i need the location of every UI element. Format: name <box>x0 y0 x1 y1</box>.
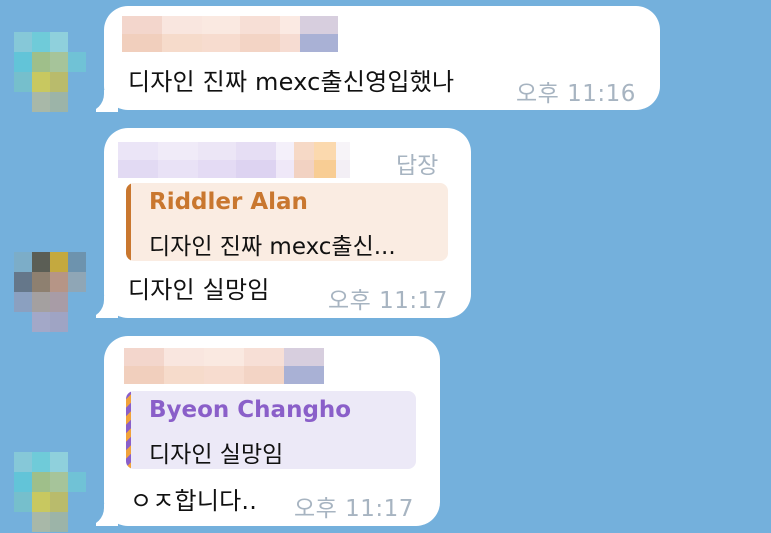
message-bubble[interactable]: 디자인 진짜 mexc출신영입했나 오후 11:16 <box>104 6 660 110</box>
message-text: ㅇㅈ합니다.. <box>130 487 258 515</box>
message-timestamp: 오후 11:17 <box>328 288 448 314</box>
sender-name-redacted <box>118 142 350 178</box>
quoted-text: 디자인 실망임 <box>149 442 284 468</box>
quote-accent-bar <box>126 183 131 261</box>
sender-name-redacted <box>122 16 338 52</box>
quoted-sender-name: Byeon Changho <box>149 397 352 423</box>
message-timestamp: 오후 11:17 <box>294 496 414 522</box>
message-timestamp: 오후 11:16 <box>516 81 636 107</box>
quoted-text: 디자인 진짜 mexc출신... <box>149 234 396 260</box>
message-text: 디자인 실망임 <box>128 276 270 304</box>
quote-accent-bar <box>126 391 131 469</box>
quoted-sender-name: Riddler Alan <box>149 189 308 215</box>
message-text: 디자인 진짜 mexc출신영입했나 <box>128 68 455 96</box>
quoted-message[interactable]: Byeon Changho 디자인 실망임 <box>126 391 416 469</box>
reply-label: 답장 <box>396 153 439 179</box>
sender-name-redacted <box>124 348 324 384</box>
sender-avatar[interactable] <box>14 252 86 332</box>
quoted-message[interactable]: Riddler Alan 디자인 진짜 mexc출신... <box>126 183 448 261</box>
message-bubble[interactable]: 답장 Riddler Alan 디자인 진짜 mexc출신... 디자인 실망임… <box>104 128 471 318</box>
message-bubble[interactable]: Byeon Changho 디자인 실망임 ㅇㅈ합니다.. 오후 11:17 <box>104 336 440 526</box>
sender-avatar[interactable] <box>14 452 86 532</box>
sender-avatar[interactable] <box>14 32 86 112</box>
